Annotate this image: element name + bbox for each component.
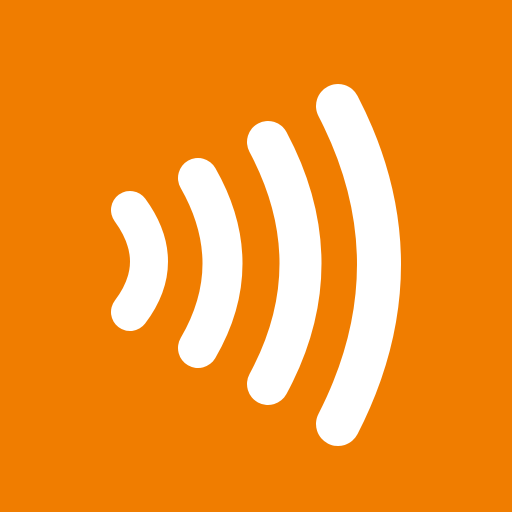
contactless-icon-tile <box>0 0 512 512</box>
icon-background <box>0 0 512 512</box>
wave-arc-1 <box>111 191 168 331</box>
contactless-icon <box>0 0 512 512</box>
